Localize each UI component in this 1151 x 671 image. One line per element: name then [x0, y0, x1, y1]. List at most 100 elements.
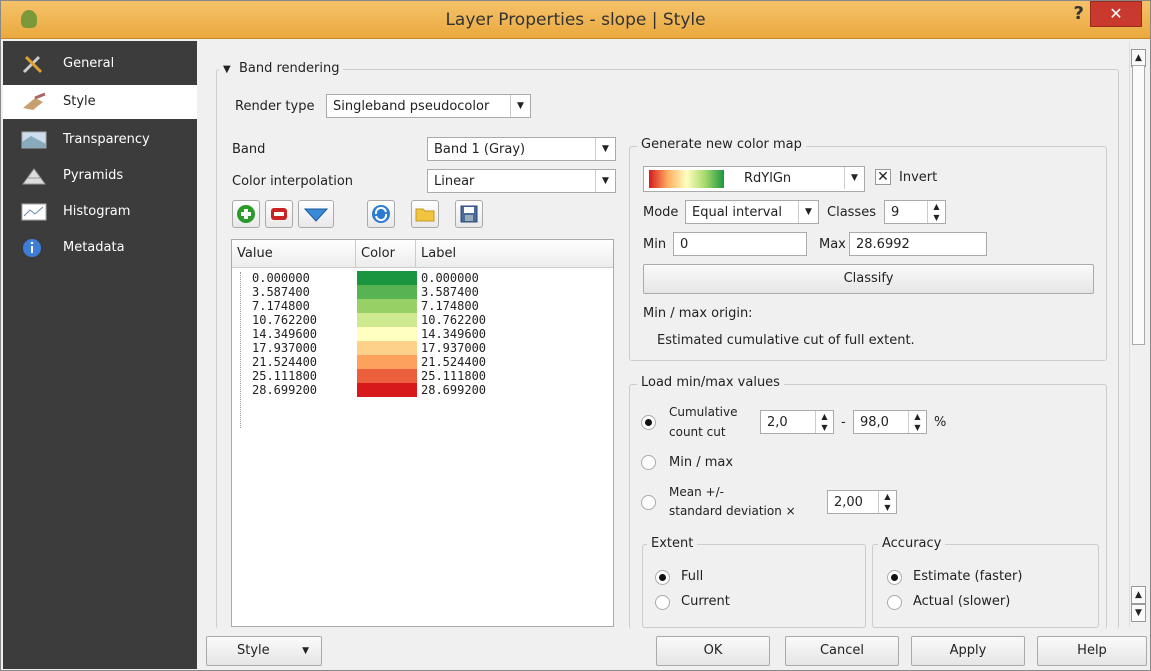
row-label: 17.937000: [421, 341, 487, 355]
accuracy-actual-label: Actual (slower): [913, 594, 1011, 609]
extent-full-label: Full: [681, 569, 704, 584]
close-button[interactable]: ✕: [1090, 1, 1142, 27]
apply-button[interactable]: Apply: [911, 636, 1025, 666]
stddev-spinbox[interactable]: 2,00 ▲ ▼: [827, 490, 897, 514]
stddev-label: standard deviation ×: [669, 504, 796, 518]
table-row[interactable]: 0.000000 0.000000: [232, 271, 613, 285]
row-value: 7.174800: [252, 299, 310, 313]
max-input[interactable]: 28.6992: [849, 232, 987, 256]
spin-arrows-icon[interactable]: ▲ ▼: [927, 201, 945, 223]
row-color-swatch[interactable]: [357, 327, 417, 341]
mode-label: Mode: [643, 205, 679, 220]
save-color-map-button[interactable]: [455, 200, 483, 228]
table-row[interactable]: 3.587400 3.587400: [232, 285, 613, 299]
scroll-down-icon[interactable]: ▼: [1131, 604, 1146, 622]
accuracy-actual-radio[interactable]: [887, 595, 902, 610]
extent-current-radio[interactable]: [655, 595, 670, 610]
reload-button[interactable]: [367, 200, 395, 228]
add-class-button[interactable]: [232, 200, 260, 228]
color-interpolation-value: Linear: [434, 174, 475, 189]
load-color-map-button[interactable]: [411, 200, 439, 228]
table-row[interactable]: 14.349600 14.349600: [232, 327, 613, 341]
sidebar-item-label: Pyramids: [63, 168, 124, 183]
render-type-label: Render type: [235, 99, 315, 114]
classes-label: Classes: [827, 205, 876, 220]
chevron-down-icon: ▼: [302, 646, 309, 656]
mean-label: Mean +/-: [669, 485, 724, 499]
classes-value: 9: [891, 205, 900, 220]
color-ramp-combo[interactable]: RdYlGn ▼: [643, 166, 865, 192]
transparency-icon: [21, 131, 47, 149]
row-label: 0.000000: [421, 271, 479, 285]
triangle-down-icon: [303, 208, 329, 222]
sidebar-item-metadata[interactable]: Metadata: [3, 231, 197, 265]
extent-full-radio[interactable]: [655, 570, 670, 585]
row-color-swatch[interactable]: [357, 369, 417, 383]
table-row[interactable]: 17.937000 17.937000: [232, 341, 613, 355]
spin-arrows-icon[interactable]: ▲ ▼: [815, 411, 833, 433]
cancel-button[interactable]: Cancel: [785, 636, 899, 666]
row-color-swatch[interactable]: [357, 299, 417, 313]
pyramids-icon: [22, 168, 46, 185]
color-column-header[interactable]: Color: [356, 240, 416, 268]
vertical-scrollbar[interactable]: ▲ ▲ ▼: [1129, 41, 1147, 627]
row-color-swatch[interactable]: [357, 271, 417, 285]
layer-properties-window: Layer Properties - slope | Style ? ✕ Gen…: [0, 0, 1151, 671]
min-max-origin-label: Min / max origin:: [643, 306, 753, 321]
invert-checkbox[interactable]: ✕: [875, 169, 891, 185]
color-interpolation-combo[interactable]: Linear ▼: [427, 169, 616, 193]
min-max-origin-value: Estimated cumulative cut of full extent.: [657, 333, 915, 348]
classes-spinbox[interactable]: 9 ▲ ▼: [884, 200, 946, 224]
sidebar-item-label: Transparency: [63, 132, 150, 147]
label-column-header[interactable]: Label: [416, 240, 613, 268]
min-max-radio[interactable]: [641, 455, 656, 470]
style-menu-button[interactable]: Style ▼: [206, 636, 322, 666]
sidebar-item-label: Histogram: [63, 204, 131, 219]
scroll-thumb[interactable]: [1132, 65, 1145, 345]
table-row[interactable]: 28.699200 28.699200: [232, 383, 613, 397]
spin-arrows-icon[interactable]: ▲ ▼: [908, 411, 926, 433]
sidebar-item-style[interactable]: Style: [3, 85, 197, 119]
table-row[interactable]: 21.524400 21.524400: [232, 355, 613, 369]
row-color-swatch[interactable]: [357, 383, 417, 397]
table-row[interactable]: 25.111800 25.111800: [232, 369, 613, 383]
minus-icon: [271, 208, 287, 220]
style-brush-icon: [23, 92, 46, 110]
render-type-combo[interactable]: Singleband pseudocolor ▼: [326, 94, 531, 118]
ok-button[interactable]: OK: [656, 636, 770, 666]
classify-button[interactable]: Classify: [643, 264, 1094, 294]
mode-combo[interactable]: Equal interval ▼: [685, 200, 819, 224]
color-map-table[interactable]: Value Color Label 0.000000 0.000000 3.5874…: [231, 239, 614, 627]
min-input[interactable]: 0: [673, 232, 807, 256]
row-color-swatch[interactable]: [357, 313, 417, 327]
band-combo[interactable]: Band 1 (Gray) ▼: [427, 137, 616, 161]
accuracy-estimate-label: Estimate (faster): [913, 569, 1023, 584]
band-rendering-header[interactable]: ▼ Band rendering: [219, 61, 344, 76]
chevron-down-icon: ▼: [798, 201, 818, 223]
cut-high-spinbox[interactable]: 98,0 ▲ ▼: [853, 410, 927, 434]
table-row[interactable]: 7.174800 7.174800: [232, 299, 613, 313]
chevron-down-icon: ▼: [595, 138, 615, 160]
help-icon[interactable]: ?: [1074, 3, 1084, 24]
value-column-header[interactable]: Value: [232, 240, 356, 268]
row-color-swatch[interactable]: [357, 285, 417, 299]
sidebar-item-histogram[interactable]: Histogram: [3, 195, 197, 229]
row-color-swatch[interactable]: [357, 341, 417, 355]
stddev-value: 2,00: [834, 495, 863, 510]
scroll-up-icon[interactable]: ▲: [1131, 586, 1146, 604]
sidebar-item-transparency[interactable]: Transparency: [3, 123, 197, 157]
cumulative-cut-radio[interactable]: [641, 415, 656, 430]
cut-low-spinbox[interactable]: 2,0 ▲ ▼: [760, 410, 834, 434]
load-from-band-button[interactable]: [298, 200, 334, 228]
sidebar-item-pyramids[interactable]: Pyramids: [3, 159, 197, 193]
help-button[interactable]: Help: [1037, 636, 1147, 666]
cumulative-label: Cumulative: [669, 405, 738, 419]
row-color-swatch[interactable]: [357, 355, 417, 369]
mean-stddev-radio[interactable]: [641, 495, 656, 510]
spin-arrows-icon[interactable]: ▲ ▼: [878, 491, 896, 513]
table-row[interactable]: 10.762200 10.762200: [232, 313, 613, 327]
sidebar-item-general[interactable]: General: [3, 47, 197, 81]
accuracy-estimate-radio[interactable]: [887, 570, 902, 585]
row-value: 0.000000: [252, 271, 310, 285]
remove-class-button[interactable]: [265, 200, 293, 228]
